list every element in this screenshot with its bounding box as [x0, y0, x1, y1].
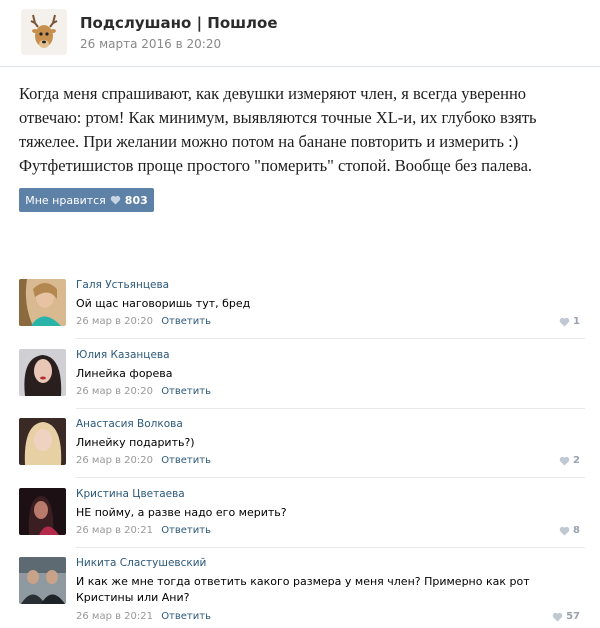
- avatar-image: [19, 488, 66, 535]
- commenter-name[interactable]: Юлия Казанцева: [76, 349, 170, 361]
- comment: Кристина Цветаева НЕ пойму, а разве надо…: [19, 488, 585, 538]
- comment-date[interactable]: 26 мар в 20:20: [76, 316, 153, 327]
- post-date[interactable]: 26 марта 2016 в 20:20: [80, 37, 221, 51]
- commenter-avatar[interactable]: [19, 349, 66, 396]
- post-text-line: Когда меня спрашивают, как девушки измер…: [19, 84, 527, 103]
- avatar-image: [19, 418, 66, 465]
- heart-icon: [559, 526, 570, 536]
- commenter-name[interactable]: Галя Устьянцева: [76, 279, 169, 291]
- comment-text: Линейка форева: [76, 367, 173, 380]
- comment-date[interactable]: 26 мар в 20:21: [76, 525, 153, 536]
- comment-divider: [76, 408, 585, 409]
- heart-icon: [552, 612, 563, 622]
- comment-date[interactable]: 26 мар в 20:20: [76, 455, 153, 466]
- reply-link[interactable]: Ответить: [161, 386, 211, 397]
- comment-like[interactable]: 2: [559, 455, 580, 466]
- commenter-avatar[interactable]: [19, 488, 66, 535]
- comment-meta: 26 мар в 20:21 Ответить: [76, 611, 211, 622]
- comment-meta: 26 мар в 20:20 Ответить: [76, 455, 211, 466]
- comment-text: Ой щас наговоришь тут, бред: [76, 297, 251, 310]
- commenter-name[interactable]: Анастасия Волкова: [76, 418, 183, 430]
- comment-divider: [76, 547, 585, 548]
- group-name[interactable]: Подслушано | Пошлое: [80, 14, 278, 32]
- comment-like-count: 2: [573, 455, 580, 466]
- comment-date[interactable]: 26 мар в 20:20: [76, 386, 153, 397]
- post-text-line: тяжелее. При желании можно потом на бана…: [19, 132, 519, 151]
- comment-like[interactable]: 57: [552, 611, 580, 622]
- commenter-name[interactable]: Никита Сластушевский: [76, 557, 206, 569]
- heart-icon: [110, 195, 121, 205]
- avatar-image: [19, 557, 66, 604]
- post-header: Подслушано | Пошлое 26 марта 2016 в 20:2…: [0, 0, 600, 67]
- commenter-avatar[interactable]: [19, 557, 66, 604]
- heart-icon: [559, 317, 570, 327]
- post-text-line: отвечаю: ртом! Как минимум, выявляются т…: [19, 108, 537, 127]
- comment-text: И как же мне тогда ответить какого разме…: [76, 575, 530, 604]
- commenter-name[interactable]: Кристина Цветаева: [76, 488, 185, 500]
- comment-meta: 26 мар в 20:20 Ответить: [76, 386, 211, 397]
- avatar-image: [19, 349, 66, 396]
- comment-text: НЕ пойму, а разве надо его мерить?: [76, 506, 287, 519]
- comment-like-count: 8: [573, 525, 580, 536]
- deer-icon: [21, 9, 67, 55]
- comment: Юлия Казанцева Линейка форева 26 мар в 2…: [19, 349, 585, 399]
- comment: Анастасия Волкова Линейку подарить?) 26 …: [19, 418, 585, 468]
- comment: Галя Устьянцева Ой щас наговоришь тут, б…: [19, 279, 585, 329]
- commenter-avatar[interactable]: [19, 418, 66, 465]
- group-avatar[interactable]: [21, 9, 67, 55]
- comment-like-count: 1: [573, 316, 580, 327]
- comment-date[interactable]: 26 мар в 20:21: [76, 611, 153, 622]
- reply-link[interactable]: Ответить: [161, 611, 211, 622]
- reply-link[interactable]: Ответить: [161, 525, 211, 536]
- comment-meta: 26 мар в 20:20 Ответить: [76, 316, 211, 327]
- reply-link[interactable]: Ответить: [161, 316, 211, 327]
- reply-link[interactable]: Ответить: [161, 455, 211, 466]
- heart-icon: [559, 456, 570, 466]
- comment-like[interactable]: 1: [559, 316, 580, 327]
- like-count: 803: [124, 193, 148, 207]
- comment-text: Линейку подарить?): [76, 436, 195, 449]
- post-text-line: Футфетишистов проще простого "померить" …: [19, 156, 533, 175]
- like-button[interactable]: Мне нравится 803: [19, 188, 154, 212]
- post-text: Когда меня спрашивают, как девушки измер…: [19, 82, 584, 178]
- comment-divider: [76, 338, 585, 339]
- comment-meta: 26 мар в 20:21 Ответить: [76, 525, 211, 536]
- commenter-avatar[interactable]: [19, 279, 66, 326]
- comment-like[interactable]: 8: [559, 525, 580, 536]
- like-label: Мне нравится: [25, 193, 106, 207]
- comment: Никита Сластушевский И как же мне тогда …: [19, 557, 585, 623]
- avatar-image: [19, 279, 66, 326]
- comment-like-count: 57: [566, 611, 580, 622]
- comment-divider: [76, 477, 585, 478]
